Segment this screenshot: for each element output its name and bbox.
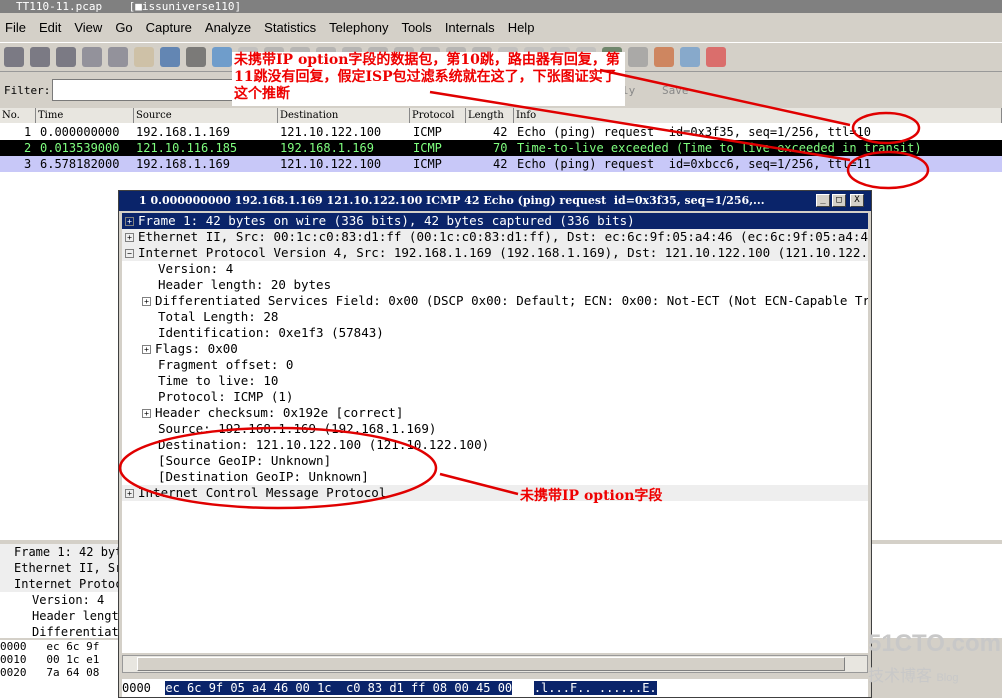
annotation-overlay	[118, 68, 930, 510]
arrow-line	[439, 472, 519, 496]
arrow-line	[429, 90, 851, 162]
highlight-ellipse	[846, 150, 930, 190]
arrow-line	[599, 68, 851, 127]
highlight-ellipse	[851, 111, 921, 145]
highlight-ellipse	[118, 426, 438, 510]
